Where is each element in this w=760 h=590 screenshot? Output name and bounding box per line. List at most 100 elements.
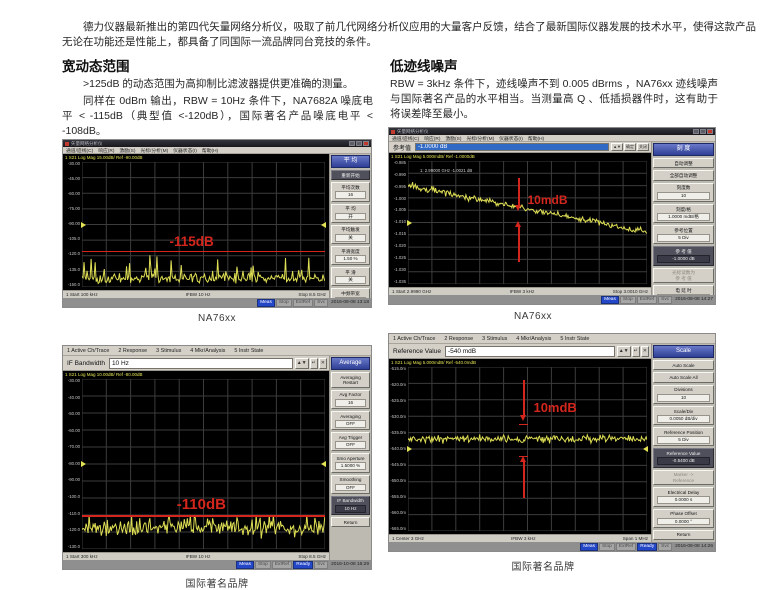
- softkey-button[interactable]: 刻度数10: [653, 183, 714, 202]
- y-axis-label: -0.985: [394, 161, 406, 165]
- menu-item[interactable]: 4 Mkr/Analysis: [190, 348, 225, 354]
- maximize-button[interactable]: [356, 141, 362, 146]
- entry-control-button[interactable]: ▲▼: [617, 346, 631, 357]
- y-axis-labels: -30.00-45.00-60.00-75.00-90.00-105.0-120…: [63, 162, 80, 287]
- softkey-button[interactable]: Phase Offset0.0000 °: [653, 509, 714, 528]
- window-controls: [693, 129, 713, 134]
- noise-floor-limit-line: [82, 251, 325, 253]
- softkey-button[interactable]: 平 均开: [331, 204, 370, 223]
- menu-item[interactable]: 3 Stimulus: [156, 348, 181, 354]
- menu-item[interactable]: 帮助(H): [528, 135, 544, 142]
- softkey-button[interactable]: Avg TriggerOFF: [331, 432, 370, 451]
- y-axis-label: -45.00: [68, 177, 80, 181]
- minimize-button[interactable]: [693, 129, 699, 134]
- softkey-button[interactable]: Smo Aperture1.5000 %: [331, 453, 370, 472]
- entry-control-button[interactable]: ✕: [319, 358, 327, 369]
- y-axis-label: -540.0m: [390, 447, 406, 451]
- menu-item[interactable]: 5 Instr State: [234, 348, 263, 354]
- menu-bar: 通道/迹线(C) 响应(R) 激励(S) 光标/分析(M) 仪器状态(I) 帮助(H): [63, 147, 371, 154]
- menu-item[interactable]: 光标/分析(M): [140, 147, 168, 154]
- maximize-button[interactable]: [700, 129, 706, 134]
- entry-control-button[interactable]: 确定: [624, 143, 636, 151]
- y-axis-label: -90.00: [68, 478, 80, 482]
- softkey-button[interactable]: Divisions10: [653, 385, 714, 404]
- softkey-button[interactable]: 参 考 值-1.0000 dB: [653, 246, 714, 265]
- softkey-button[interactable]: 平均触发关: [331, 225, 370, 244]
- menu-item[interactable]: 帮助(H): [202, 147, 218, 154]
- softkey-button[interactable]: Auto Scale All: [653, 372, 714, 382]
- softkey-button[interactable]: 刻度/格1.0000 mdB/格: [653, 204, 714, 223]
- entry-control-button[interactable]: ↵: [632, 346, 640, 357]
- menu-item[interactable]: 激励(S): [445, 135, 461, 142]
- reference-marker-left: [81, 461, 86, 467]
- menu-item[interactable]: 4 Mkr/Analysis: [516, 336, 551, 342]
- y-axis-label: -1.035: [394, 280, 406, 284]
- menu-item[interactable]: 2 Response: [444, 336, 473, 342]
- softkey-button[interactable]: Avg Factor16: [331, 390, 370, 409]
- softkey-button[interactable]: 电 延 时0.0000 s: [653, 285, 714, 295]
- menu-item[interactable]: 5 Instr State: [560, 336, 589, 342]
- clock: 2016-10-08 16:29: [331, 562, 369, 567]
- reference-value-input[interactable]: -1.0000 dB: [415, 143, 609, 151]
- softkey-button[interactable]: 中频带宽10 Hz: [331, 288, 370, 298]
- if-bandwidth-input[interactable]: 10 Hz: [109, 358, 293, 369]
- softkey-button[interactable]: 重新开始: [331, 170, 370, 180]
- entry-control-button[interactable]: ▲▼: [295, 358, 309, 369]
- softkey-button[interactable]: 光标读数为参 考 值: [653, 268, 714, 284]
- softkey-button[interactable]: Scale/Div0.0050 dB/div: [653, 406, 714, 425]
- graticule: -115dB: [82, 162, 325, 287]
- dimension-tick-upper: [519, 424, 528, 426]
- status-badge: Svc: [658, 296, 672, 304]
- softkey-button[interactable]: AveragingOFF: [331, 411, 370, 430]
- softkey-button[interactable]: 平 滑关: [331, 267, 370, 286]
- softkey-button[interactable]: Return: [653, 530, 714, 540]
- entry-label: Reference Value: [391, 348, 443, 355]
- entry-control-button[interactable]: ✕: [641, 346, 649, 357]
- menu-item[interactable]: 通道/迹线(C): [66, 147, 93, 154]
- menu-item[interactable]: 2 Response: [118, 348, 147, 354]
- softkey-button[interactable]: 平滑宽度1.50 %: [331, 246, 370, 265]
- trace-plot: [82, 162, 325, 287]
- menu-item[interactable]: 激励(S): [119, 147, 135, 154]
- menu-item[interactable]: 仪器状态(I): [173, 147, 197, 154]
- y-axis-label: -130.0: [68, 545, 80, 549]
- softkey-button[interactable]: Marker ->Reference: [653, 470, 714, 486]
- menu-item[interactable]: 3 Stimulus: [482, 336, 507, 342]
- instrument-status-bar: MeasStopExtRefReadySvc 2016-08-08 14:26: [389, 542, 715, 551]
- softkey-button[interactable]: Return: [331, 517, 370, 527]
- menu-item[interactable]: 1 Active Ch/Trace: [393, 336, 435, 342]
- softkey-button[interactable]: 自动调整: [653, 158, 714, 168]
- softkey-button[interactable]: Electrical Delay0.0000 s: [653, 487, 714, 506]
- softkey-button[interactable]: SmoothingOFF: [331, 475, 370, 494]
- menu-item[interactable]: 通道/迹线(C): [392, 135, 419, 142]
- reference-marker-right: [643, 446, 648, 452]
- softkey-button[interactable]: Reference Position5 Div: [653, 427, 714, 446]
- close-button[interactable]: [707, 129, 713, 134]
- menu-item[interactable]: 响应(R): [98, 147, 114, 154]
- plot-area: 1 S21 Log Mag 5.000mdB/ Ref -1.0000dB -0…: [389, 153, 651, 287]
- softkey-button[interactable]: Reference Value-0.5400 dB: [653, 448, 714, 467]
- softkey-button[interactable]: 参考位置5 Div: [653, 225, 714, 244]
- softkey-button[interactable]: AveragingRestart: [331, 372, 370, 388]
- close-button[interactable]: [363, 141, 369, 146]
- sweep-span: Span 1 MHz: [623, 536, 648, 541]
- entry-control-button[interactable]: 关闭: [637, 143, 649, 151]
- softkey-button[interactable]: IF Bandwidth10 Hz: [331, 496, 370, 515]
- softkey-button[interactable]: 平均次数16: [331, 182, 370, 201]
- reference-value-input[interactable]: -540 mdB: [445, 346, 615, 357]
- graticule: 1: 2.99000 GHz -1.0021 dB 10mdB: [408, 161, 647, 284]
- menu-item[interactable]: 响应(R): [424, 135, 440, 142]
- softkey-button[interactable]: Auto Scale: [653, 360, 714, 370]
- sweep-start: 1 Start 2.9990 GHz: [392, 289, 431, 294]
- sweep-stop: Stop 3.0010 GHz: [613, 289, 648, 294]
- status-badge: Ready: [637, 543, 657, 551]
- menu-item[interactable]: 1 Active Ch/Trace: [67, 348, 109, 354]
- y-axis-label: -70.00: [68, 445, 80, 449]
- softkey-button[interactable]: 全部自动调整: [653, 170, 714, 180]
- minimize-button[interactable]: [349, 141, 355, 146]
- entry-label: 参考值: [391, 143, 413, 152]
- menu-item[interactable]: 光标/分析(M): [466, 135, 494, 142]
- entry-control-button[interactable]: ↵: [310, 358, 318, 369]
- entry-control-button[interactable]: ▲▼: [611, 143, 623, 151]
- menu-item[interactable]: 仪器状态(I): [499, 135, 523, 142]
